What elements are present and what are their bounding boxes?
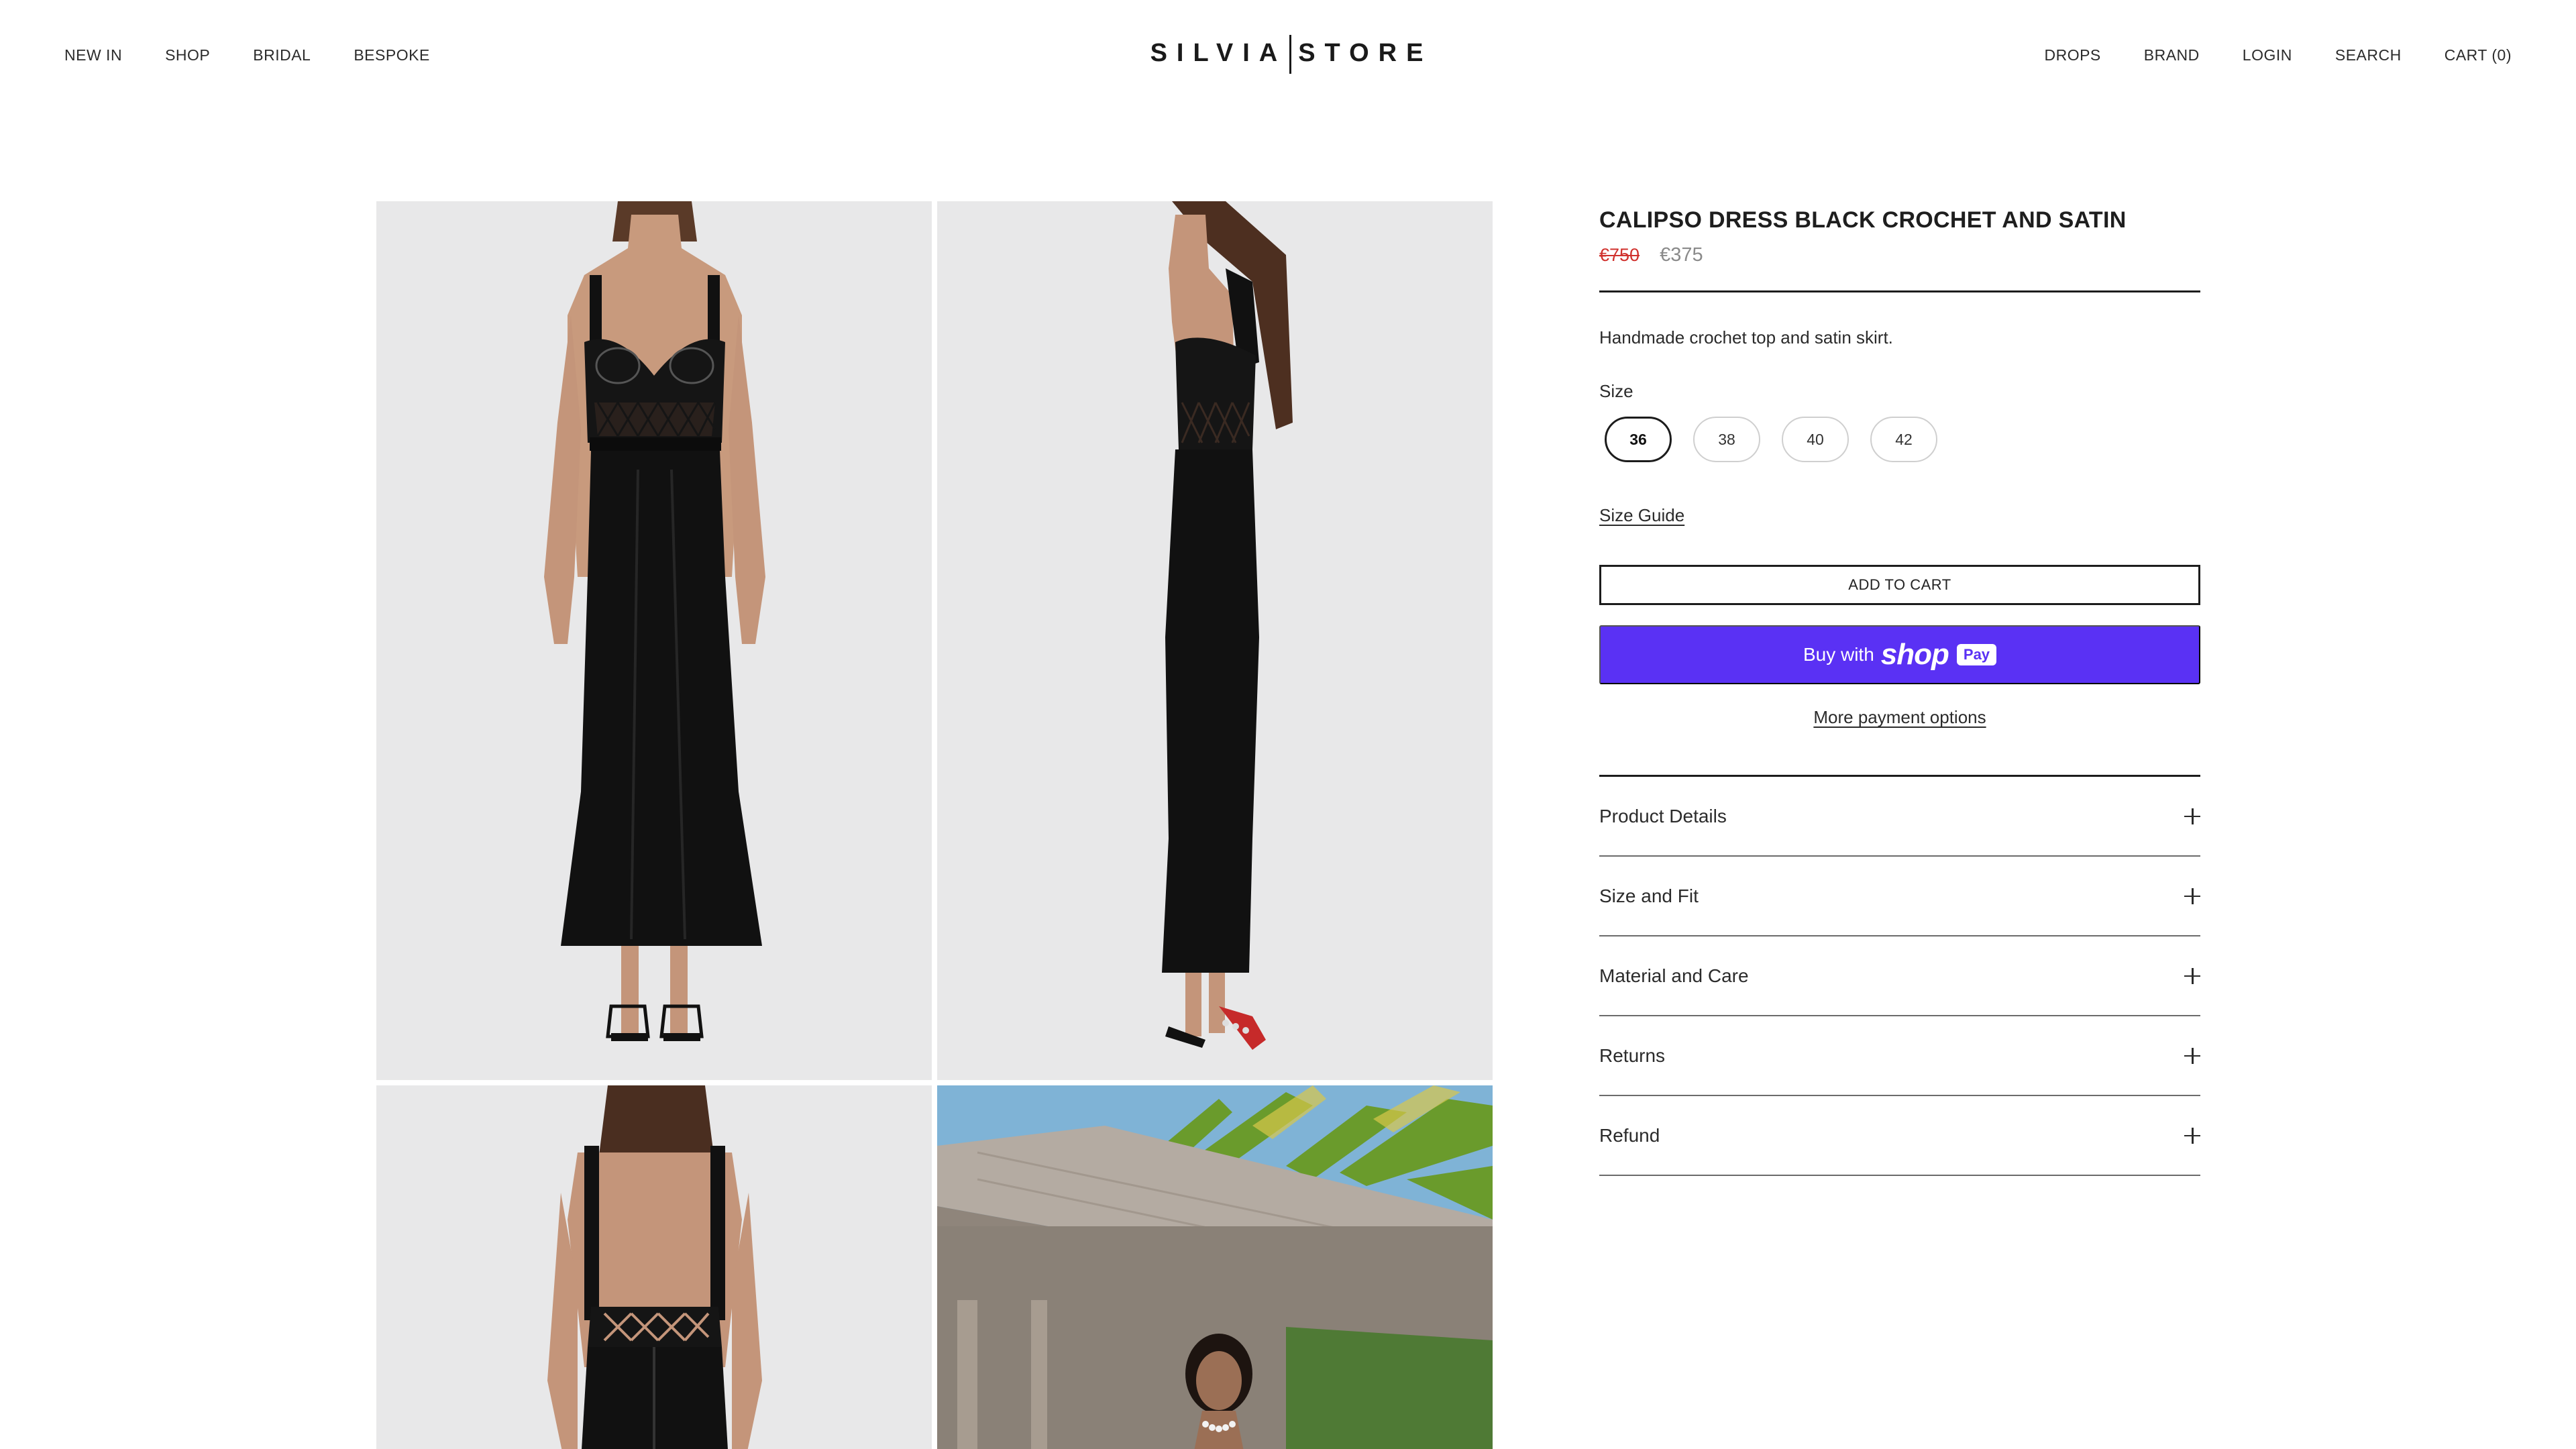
logo-right-text: STORE xyxy=(1298,39,1433,68)
accordion-label: Size and Fit xyxy=(1599,885,1699,906)
accordion-label: Returns xyxy=(1599,1044,1666,1066)
nav-new-in[interactable]: NEW IN xyxy=(64,46,122,64)
price-row: €750 €375 xyxy=(1599,244,2200,266)
accordion-label: Material and Care xyxy=(1599,965,1749,986)
nav-cart[interactable]: CART (0) xyxy=(2445,46,2512,64)
dress-side-illustration xyxy=(937,201,1493,1080)
accordion-product-details[interactable]: Product Details xyxy=(1599,777,2200,857)
divider xyxy=(1599,290,2200,292)
dress-front-photo[interactable] xyxy=(376,201,932,1080)
size-guide-link[interactable]: Size Guide xyxy=(1599,505,1684,526)
sale-price: €375 xyxy=(1660,244,1703,266)
accordion-returns[interactable]: Returns xyxy=(1599,1016,2200,1096)
plus-icon xyxy=(2184,967,2200,984)
size-option-38[interactable]: 38 xyxy=(1693,417,1760,462)
size-selector: 36 38 40 42 xyxy=(1599,417,2200,462)
plus-icon xyxy=(2184,1127,2200,1144)
size-option-42[interactable]: 42 xyxy=(1870,417,1937,462)
nav-brand[interactable]: BRAND xyxy=(2144,46,2200,64)
dress-front-illustration xyxy=(376,201,932,1080)
logo-divider xyxy=(1289,35,1292,74)
nav-bridal[interactable]: BRIDAL xyxy=(253,46,311,64)
more-payment-options-link[interactable]: More payment options xyxy=(1599,707,2200,728)
logo-left-text: SILVIA xyxy=(1150,39,1287,68)
original-price: €750 xyxy=(1599,245,1640,265)
nav-bespoke[interactable]: BESPOKE xyxy=(354,46,429,64)
shop-logo: shop xyxy=(1880,638,1949,671)
shop-pay-button[interactable]: Buy with shop Pay xyxy=(1599,625,2200,684)
product-info-panel: CALIPSO DRESS BLACK CROCHET AND SATIN €7… xyxy=(1599,201,2200,1176)
dress-side-photo[interactable] xyxy=(937,201,1493,1080)
plus-icon xyxy=(2184,808,2200,824)
accordion-label: Product Details xyxy=(1599,805,1727,826)
accordion-size-and-fit[interactable]: Size and Fit xyxy=(1599,857,2200,936)
site-header: NEW IN SHOP BRIDAL BESPOKE SILVIA STORE D… xyxy=(0,0,2576,111)
account-nav: DROPS BRAND LOGIN SEARCH CART (0) xyxy=(2044,46,2512,64)
accordion-material-and-care[interactable]: Material and Care xyxy=(1599,936,2200,1016)
product-description: Handmade crochet top and satin skirt. xyxy=(1599,327,1893,347)
site-logo[interactable]: SILVIA STORE xyxy=(1147,32,1436,76)
accordion-label: Refund xyxy=(1599,1124,1660,1146)
pay-badge: Pay xyxy=(1956,644,1997,665)
product-title: CALIPSO DRESS BLACK CROCHET AND SATIN xyxy=(1599,207,2127,233)
shop-pay-buy-text: Buy with xyxy=(1803,644,1874,665)
outdoor-scene-illustration xyxy=(937,1085,1493,1449)
nav-search[interactable]: SEARCH xyxy=(2335,46,2402,64)
plus-icon xyxy=(2184,1047,2200,1064)
size-label: Size xyxy=(1599,381,1633,401)
nav-drops[interactable]: DROPS xyxy=(2044,46,2100,64)
add-to-cart-button[interactable]: ADD TO CART xyxy=(1599,565,2200,605)
outdoor-model-photo[interactable] xyxy=(937,1085,1493,1449)
accordion-refund[interactable]: Refund xyxy=(1599,1096,2200,1176)
logo-wordmark: SILVIA STORE xyxy=(1150,35,1433,74)
primary-nav: NEW IN SHOP BRIDAL BESPOKE xyxy=(64,46,430,64)
dress-back-illustration xyxy=(376,1085,932,1449)
nav-shop[interactable]: SHOP xyxy=(165,46,210,64)
size-option-40[interactable]: 40 xyxy=(1782,417,1849,462)
product-accordion: Product Details Size and Fit Material an… xyxy=(1599,775,2200,1176)
plus-icon xyxy=(2184,888,2200,904)
size-option-36[interactable]: 36 xyxy=(1605,417,1672,462)
nav-login[interactable]: LOGIN xyxy=(2243,46,2292,64)
product-gallery xyxy=(376,201,1493,1449)
dress-back-photo[interactable] xyxy=(376,1085,932,1449)
